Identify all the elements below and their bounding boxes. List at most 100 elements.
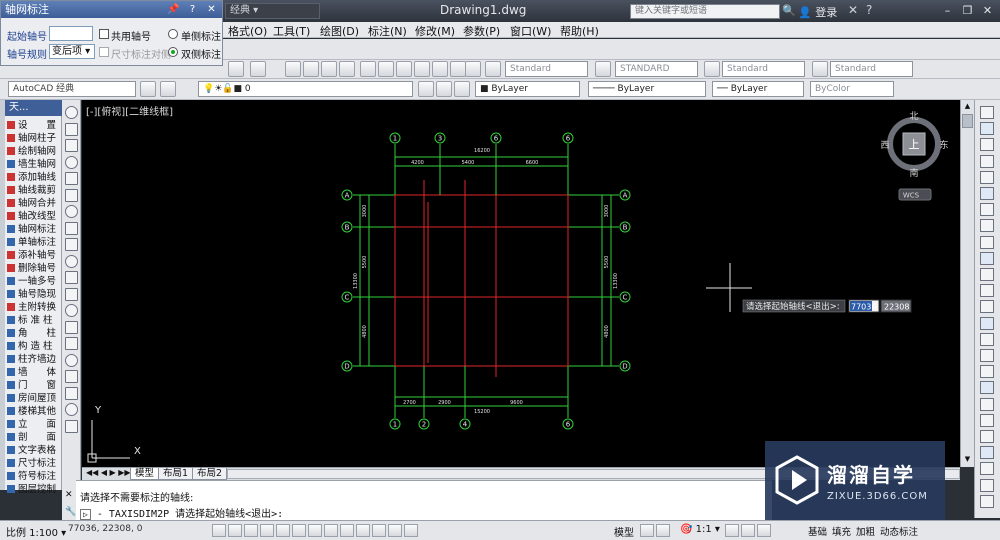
scroll-thumb[interactable] (962, 114, 973, 128)
rotate-icon[interactable] (980, 203, 994, 217)
table-style-dropdown[interactable]: Standard (722, 61, 805, 77)
menu-draw[interactable]: 绘图(D) (320, 23, 359, 39)
layer-previous-icon[interactable] (436, 81, 452, 97)
linetype-dropdown[interactable]: ──── ByLayer (588, 81, 706, 97)
layer-walk-icon[interactable] (980, 446, 994, 460)
freeze-icon[interactable] (980, 478, 994, 492)
rectangle-icon[interactable] (65, 172, 78, 185)
workspace-switch-button[interactable] (757, 524, 771, 537)
palette-item[interactable]: 设 置 (7, 119, 61, 132)
menu-tools[interactable]: 工具(T) (273, 23, 310, 39)
gradient-icon[interactable] (65, 353, 78, 367)
move-icon[interactable] (980, 187, 994, 200)
palette-item[interactable]: 绘制轴网 (7, 145, 61, 158)
status-foundation[interactable]: 基础 (808, 524, 827, 538)
3d-osnap-button[interactable] (292, 524, 306, 537)
vertical-scrollbar[interactable]: ▲ ▼ (960, 100, 974, 467)
layer-properties-icon[interactable] (160, 81, 176, 97)
palette-item[interactable]: 添补轴号 (7, 249, 61, 262)
dim-opposite-checkbox[interactable] (99, 47, 109, 57)
palette-item[interactable]: 尺寸标注 (7, 457, 61, 470)
palette-item[interactable]: 剖 面 (7, 431, 61, 444)
palette-item[interactable]: 轴号隐现 (7, 288, 61, 301)
text-style-icon[interactable] (485, 61, 501, 77)
polyline-icon[interactable] (65, 139, 78, 152)
command-close-icon[interactable]: ✕ (65, 490, 73, 500)
quick-view-drawings-button[interactable] (656, 524, 670, 537)
insert-block-icon[interactable] (65, 287, 78, 301)
annotation-scale[interactable]: 🎯 1:1 ▾ (680, 524, 720, 535)
break-point-icon[interactable] (980, 284, 994, 298)
palette-item[interactable]: 一轴多号 (7, 275, 61, 288)
spline-icon[interactable] (65, 238, 78, 251)
palette-header[interactable]: 天... (5, 100, 62, 116)
otrack-button[interactable] (308, 524, 322, 537)
dyn-input-button[interactable] (340, 524, 354, 537)
palette-item[interactable]: 轴网柱子 (7, 132, 61, 145)
ducs-button[interactable] (324, 524, 338, 537)
quick-view-layouts-button[interactable] (640, 524, 654, 537)
drawing-canvas[interactable]: [-][俯视][二维线框] 4200 5400 6600 16200 2700 2900 9… (82, 100, 960, 467)
mtext-icon[interactable] (65, 403, 78, 416)
minimize-button[interactable]: – (940, 4, 955, 18)
palette-item[interactable]: 文字表格 (7, 444, 61, 457)
extend-icon[interactable] (980, 268, 994, 281)
isolate-icon[interactable] (980, 462, 994, 476)
palette-item[interactable]: 轴网标注 (7, 223, 61, 236)
palette-item[interactable]: 房间屋顶 (7, 392, 61, 405)
command-line-input[interactable]: ▷ - TAXISDIM2P 请选择起始轴线<退出>: (80, 505, 770, 520)
make-block-icon[interactable] (65, 304, 78, 317)
markup-icon[interactable] (432, 61, 448, 77)
ellipse-arc-icon[interactable] (65, 271, 78, 284)
break-icon[interactable] (980, 300, 994, 314)
search-input[interactable]: 键入关键字或短语 (630, 4, 780, 19)
search-icon[interactable]: 🔍 (782, 4, 796, 17)
erase-icon[interactable] (980, 106, 994, 119)
help-icon[interactable] (465, 61, 481, 77)
model-space-button[interactable]: 模型 (614, 524, 634, 539)
polar-tracking-button[interactable] (260, 524, 274, 537)
off-icon[interactable] (980, 494, 994, 508)
palette-item[interactable]: 门 窗 (7, 379, 61, 392)
draworder-icon[interactable] (980, 397, 994, 411)
region-icon[interactable] (65, 370, 78, 383)
help-icon[interactable]: ? (866, 3, 872, 17)
join-icon[interactable] (980, 316, 994, 330)
annotation-visibility-button[interactable] (725, 524, 739, 537)
design-center-icon[interactable] (378, 61, 394, 77)
palette-item[interactable]: 墙 体 (7, 366, 61, 379)
table-icon[interactable] (65, 386, 78, 400)
palette-item[interactable]: 轴网合并 (7, 197, 61, 210)
axis-rule-select[interactable]: 变后项 ▾ (49, 44, 95, 59)
quick-properties-button[interactable] (388, 524, 402, 537)
ortho-mode-button[interactable] (244, 524, 258, 537)
palette-item[interactable]: 轴改线型 (7, 210, 61, 223)
pan-icon[interactable] (285, 61, 301, 77)
construction-line-icon[interactable] (65, 122, 78, 136)
workspace-settings-icon[interactable] (140, 81, 156, 97)
fillet-icon[interactable] (980, 349, 994, 362)
zoom-window-icon[interactable] (321, 61, 337, 77)
redo-icon[interactable] (250, 61, 266, 77)
scale-icon[interactable] (980, 219, 994, 233)
ungroup-icon[interactable] (980, 430, 994, 443)
dim-style-dropdown[interactable]: STANDARD (615, 61, 698, 77)
layer-states-icon[interactable] (454, 81, 470, 97)
zoom-realtime-icon[interactable] (303, 61, 319, 77)
restore-button[interactable]: ❐ (960, 4, 975, 18)
close-button[interactable]: ✕ (980, 4, 995, 18)
selection-cycling-button[interactable] (404, 524, 418, 537)
add-selected-icon[interactable] (65, 419, 78, 433)
mleader-style-icon[interactable] (812, 61, 828, 77)
palette-item[interactable]: 删除轴号 (7, 262, 61, 275)
palette-item[interactable]: 构 造 柱 (7, 340, 61, 353)
palette-item[interactable]: 单轴标注 (7, 236, 61, 249)
status-hatch[interactable]: 填充 (832, 524, 851, 538)
palette-item[interactable]: 图层控制 (7, 483, 61, 496)
properties-icon[interactable] (360, 61, 376, 77)
palette-item[interactable]: 添加轴线 (7, 171, 61, 184)
array-icon[interactable] (980, 170, 994, 184)
text-style-dropdown[interactable]: Standard (505, 61, 588, 77)
palette-item[interactable]: 墙生轴网 (7, 158, 61, 171)
point-icon[interactable] (65, 320, 78, 334)
